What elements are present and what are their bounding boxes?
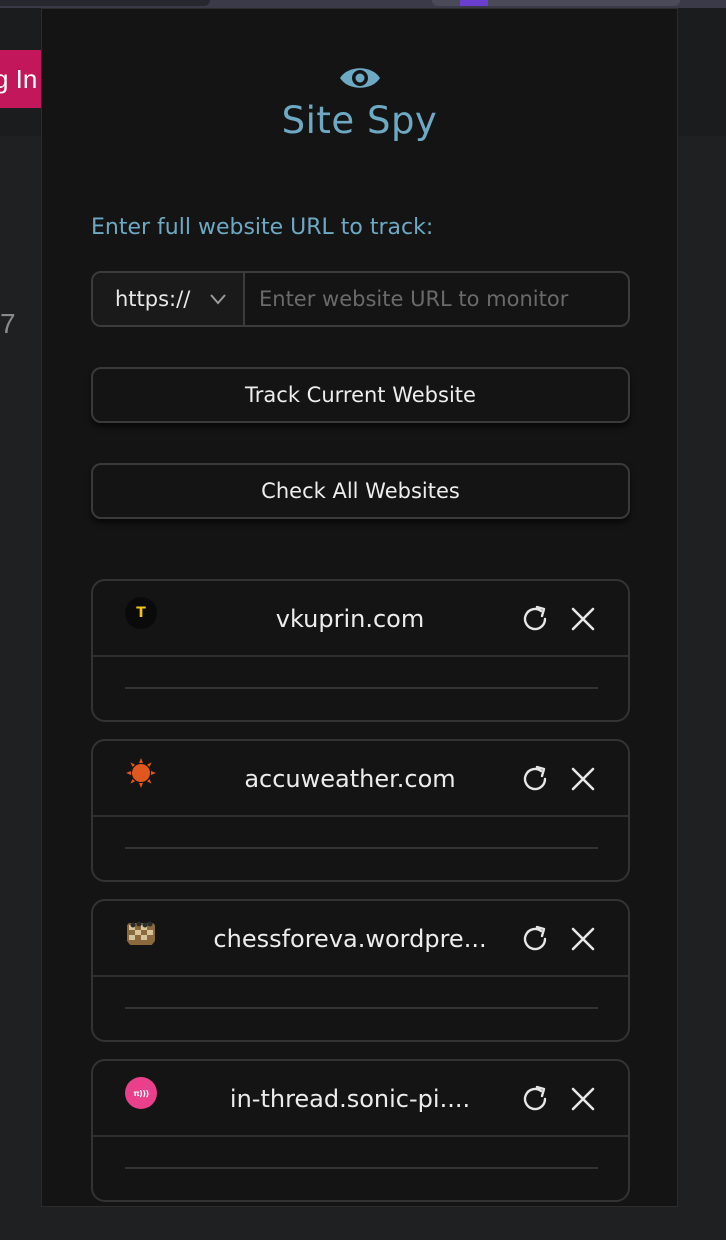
background-login-button[interactable]: g In xyxy=(0,50,46,108)
tab-badge xyxy=(460,0,488,6)
close-icon[interactable] xyxy=(569,1085,597,1113)
site-card-divider xyxy=(125,1007,598,1009)
site-name: accuweather.com xyxy=(244,765,456,793)
site-name: in-thread.sonic-pi.... xyxy=(229,1085,471,1113)
tracked-site-card: π))) in-thread.sonic-pi.... xyxy=(91,1059,630,1202)
background-page-number: 7 xyxy=(0,308,16,339)
site-card-header: chessforeva.wordpre... xyxy=(93,901,628,977)
protocol-select-value: https:// xyxy=(115,287,191,311)
tracked-site-card: chessforeva.wordpre... xyxy=(91,899,630,1042)
favicon-letter: T xyxy=(136,605,146,621)
site-card-divider xyxy=(125,847,598,849)
track-current-website-button[interactable]: Track Current Website xyxy=(91,367,630,423)
site-spy-popup: Site Spy Enter full website URL to track… xyxy=(41,8,678,1207)
protocol-select[interactable]: https:// xyxy=(93,273,245,325)
site-card-header: accuweather.com xyxy=(93,741,628,817)
app-title: Site Spy xyxy=(281,99,438,142)
eye-icon xyxy=(340,68,380,88)
letter-t-icon: T xyxy=(125,597,157,629)
sonic-pi-icon: π))) xyxy=(125,1077,157,1109)
site-name: vkuprin.com xyxy=(275,605,425,633)
site-card-divider xyxy=(125,1167,598,1169)
refresh-icon[interactable] xyxy=(519,1083,551,1115)
url-input-group: https:// xyxy=(91,271,630,327)
tracked-site-card: T vkuprin.com xyxy=(91,579,630,722)
sun-icon xyxy=(126,758,156,788)
url-field-label: Enter full website URL to track: xyxy=(91,215,434,240)
browser-tab-bar xyxy=(0,0,726,8)
chessboard-icon xyxy=(127,921,155,945)
close-icon[interactable] xyxy=(569,925,597,953)
website-url-input[interactable] xyxy=(245,273,628,325)
tracked-site-card: accuweather.com xyxy=(91,739,630,882)
favicon-text: π))) xyxy=(133,1088,149,1098)
browser-tab[interactable] xyxy=(0,0,210,6)
site-card-header: T vkuprin.com xyxy=(93,581,628,657)
close-icon[interactable] xyxy=(569,605,597,633)
refresh-icon[interactable] xyxy=(519,923,551,955)
site-card-divider xyxy=(125,687,598,689)
close-icon[interactable] xyxy=(569,765,597,793)
chevron-down-icon xyxy=(210,294,226,305)
site-name: chessforeva.wordpre... xyxy=(213,925,487,953)
site-card-header: π))) in-thread.sonic-pi.... xyxy=(93,1061,628,1137)
refresh-icon[interactable] xyxy=(519,603,551,635)
refresh-icon[interactable] xyxy=(519,763,551,795)
check-all-websites-button[interactable]: Check All Websites xyxy=(91,463,630,519)
